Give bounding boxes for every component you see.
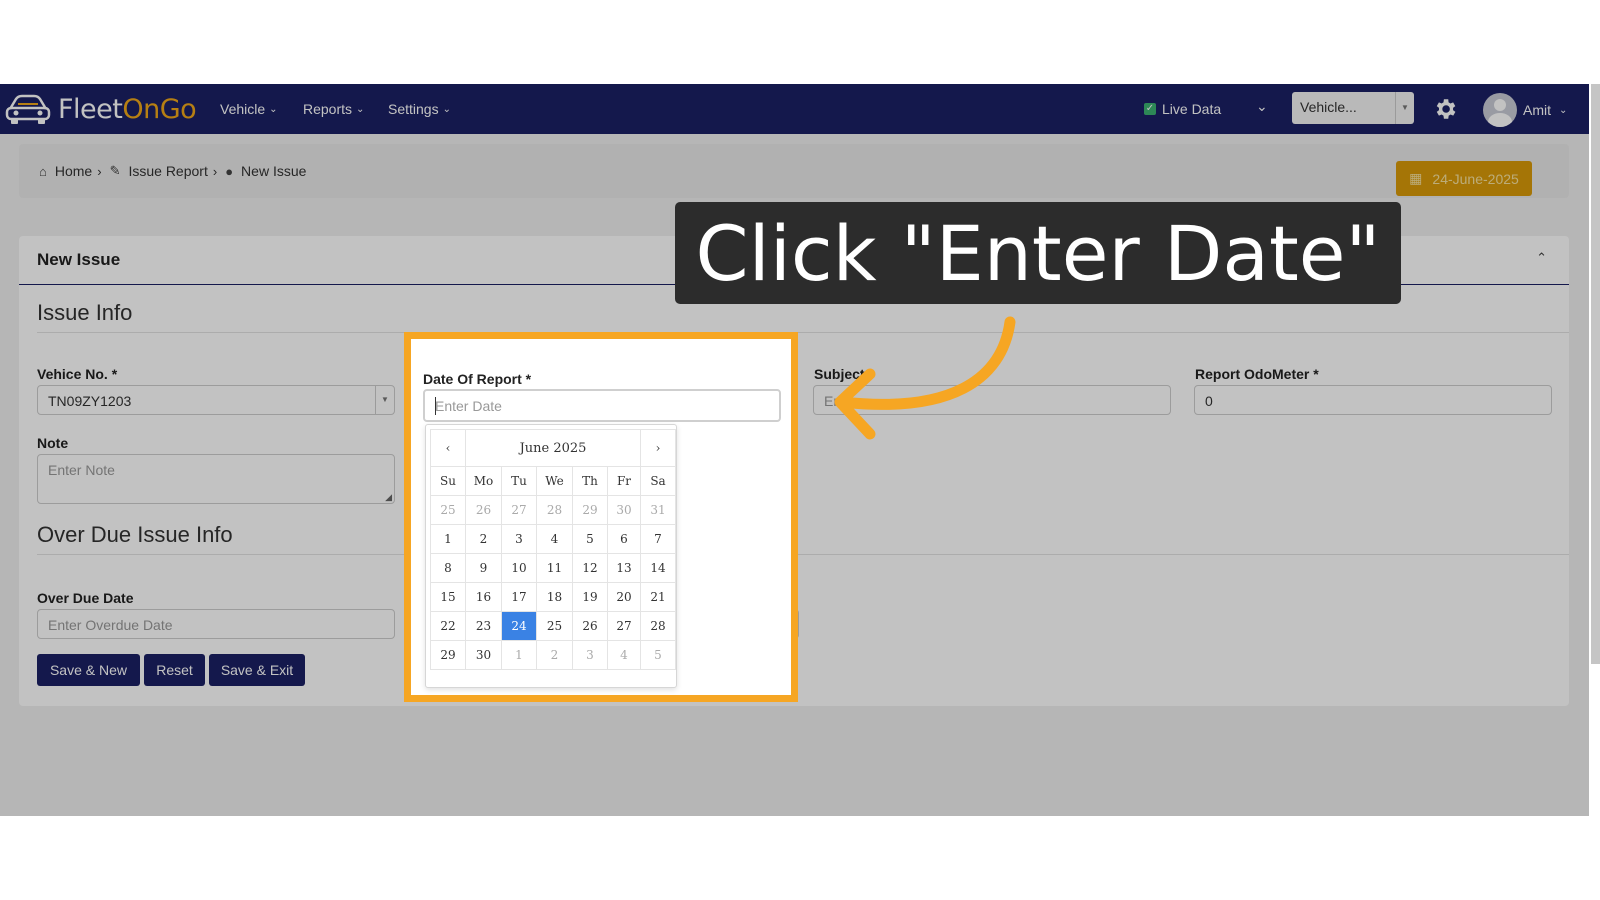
calendar-day[interactable]: 14 [640, 553, 676, 583]
calendar-day[interactable]: 12 [572, 553, 608, 583]
calendar-day[interactable]: 29 [430, 640, 466, 670]
calendar-day[interactable]: 13 [607, 553, 641, 583]
weekday-label: Mo [465, 466, 502, 496]
calendar-day[interactable]: 19 [572, 582, 608, 612]
weekday-label: Su [430, 466, 466, 496]
calendar-day[interactable]: 25 [536, 611, 573, 641]
calendar-day[interactable]: 27 [501, 495, 537, 525]
calendar-day[interactable]: 5 [640, 640, 676, 670]
calendar-day[interactable]: 4 [536, 524, 573, 554]
calendar-day[interactable]: 17 [501, 582, 537, 612]
next-month-button[interactable]: › [640, 429, 676, 467]
calendar-day[interactable]: 6 [607, 524, 641, 554]
calendar-day[interactable]: 4 [607, 640, 641, 670]
date-of-report-label: Date Of Report * [423, 371, 532, 387]
calendar-day[interactable]: 15 [430, 582, 466, 612]
weekday-label: Fr [607, 466, 641, 496]
calendar-day[interactable]: 28 [536, 495, 573, 525]
calendar-day[interactable]: 27 [607, 611, 641, 641]
weekday-label: Sa [640, 466, 676, 496]
calendar-day-selected[interactable]: 24 [501, 611, 537, 641]
calendar-day[interactable]: 21 [640, 582, 676, 612]
calendar-day[interactable]: 10 [501, 553, 537, 583]
calendar-day[interactable]: 1 [430, 524, 466, 554]
calendar-day[interactable]: 16 [465, 582, 502, 612]
calendar-day[interactable]: 3 [501, 524, 537, 554]
calendar-day[interactable]: 8 [430, 553, 466, 583]
calendar-day[interactable]: 9 [465, 553, 502, 583]
calendar-day[interactable]: 2 [465, 524, 502, 554]
page-scrollbar[interactable] [1589, 0, 1600, 900]
calendar-day[interactable]: 29 [572, 495, 608, 525]
calendar-day[interactable]: 1 [501, 640, 537, 670]
calendar-day[interactable]: 31 [640, 495, 676, 525]
calendar-day[interactable]: 18 [536, 582, 573, 612]
weekday-label: Th [572, 466, 608, 496]
pointer-arrow-icon [834, 316, 1016, 440]
scrollbar-thumb[interactable] [1591, 84, 1600, 664]
calendar-day[interactable]: 5 [572, 524, 608, 554]
tutorial-callout: Click "Enter Date" [675, 202, 1401, 304]
date-of-report-input[interactable]: Enter Date [423, 389, 781, 422]
calendar-day[interactable]: 7 [640, 524, 676, 554]
calendar-day[interactable]: 11 [536, 553, 573, 583]
weekday-label: Tu [501, 466, 537, 496]
calendar-day[interactable]: 20 [607, 582, 641, 612]
calendar-day[interactable]: 3 [572, 640, 608, 670]
calendar-day[interactable]: 26 [572, 611, 608, 641]
weekday-label: We [536, 466, 573, 496]
calendar-day[interactable]: 28 [640, 611, 676, 641]
calendar-day[interactable]: 25 [430, 495, 466, 525]
calendar-day[interactable]: 2 [536, 640, 573, 670]
prev-month-button[interactable]: ‹ [430, 429, 466, 467]
calendar-day[interactable]: 30 [465, 640, 502, 670]
month-label[interactable]: June 2025 [465, 429, 641, 467]
calendar-day[interactable]: 26 [465, 495, 502, 525]
calendar-day[interactable]: 22 [430, 611, 466, 641]
calendar-day[interactable]: 23 [465, 611, 502, 641]
calendar-day[interactable]: 30 [607, 495, 641, 525]
date-picker-calendar[interactable]: ‹ June 2025 › Su Mo Tu We Th Fr Sa 25 26… [425, 424, 677, 688]
